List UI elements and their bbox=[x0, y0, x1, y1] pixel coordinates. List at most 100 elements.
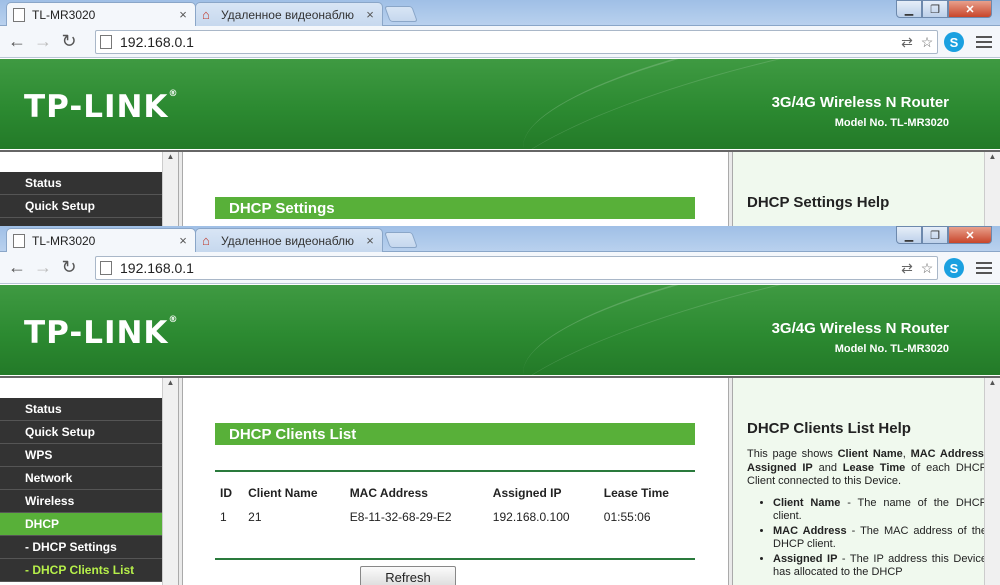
close-window-button[interactable]: ✕ bbox=[948, 0, 992, 18]
minimize-button[interactable]: ▁ bbox=[896, 226, 922, 244]
scroll-up-icon[interactable]: ▲ bbox=[985, 378, 1000, 392]
skype-icon[interactable]: S bbox=[944, 32, 964, 52]
minimize-button[interactable]: ▁ bbox=[896, 0, 922, 18]
router-body: Status Quick Setup WPS Network Wireless … bbox=[0, 376, 1000, 585]
skype-icon[interactable]: S bbox=[944, 258, 964, 278]
help-panel: DHCP Clients List Help This page shows C… bbox=[733, 378, 1000, 585]
home-favicon-icon: ⌂ bbox=[202, 6, 210, 22]
tab-strip: TL-MR3020 × ⌂ Удаленное видеонаблю × ▁ ❐… bbox=[0, 0, 1000, 26]
sidebar-item-wireless[interactable]: Wireless bbox=[0, 490, 162, 513]
help-panel: DHCP Settings Help ▲ bbox=[733, 152, 1000, 226]
scroll-up-icon[interactable]: ▲ bbox=[163, 378, 178, 392]
url-text[interactable]: 192.168.0.1 bbox=[120, 260, 897, 276]
help-intro: This page shows Client Name, MAC Address… bbox=[747, 448, 987, 487]
help-item: Assigned IP - The IP address this Device… bbox=[773, 553, 987, 580]
sidebar-item-status[interactable]: Status bbox=[0, 398, 162, 421]
tab-close-icon[interactable]: × bbox=[177, 7, 189, 22]
window-controls: ▁ ❐ ✕ bbox=[896, 0, 992, 18]
section-title: DHCP Settings bbox=[215, 197, 695, 219]
tp-link-logo: TP-LINK® bbox=[24, 315, 179, 351]
cell-mac-address: E8-11-32-68-29-E2 bbox=[349, 510, 452, 524]
back-arrow-icon[interactable]: ← bbox=[4, 255, 30, 281]
window-controls: ▁ ❐ ✕ bbox=[896, 226, 992, 244]
table-row: 1 21 E8-11-32-68-29-E2 192.168.0.100 01:… bbox=[215, 504, 695, 530]
translate-icon[interactable]: ⇄ bbox=[897, 32, 917, 52]
bookmark-star-icon[interactable]: ☆ bbox=[917, 32, 937, 52]
translate-icon[interactable]: ⇄ bbox=[897, 258, 917, 278]
menu-icon[interactable] bbox=[974, 258, 994, 278]
tab-title: TL-MR3020 bbox=[32, 233, 96, 248]
home-favicon-icon: ⌂ bbox=[202, 232, 210, 248]
refresh-button[interactable]: Refresh bbox=[360, 566, 456, 585]
col-assigned-ip: Assigned IP bbox=[492, 486, 562, 500]
browser-toolbar: ← → ↻ 192.168.0.1 ⇄ ☆ S bbox=[0, 252, 1000, 284]
tp-link-logo: TP-LINK® bbox=[24, 89, 179, 125]
tab-video[interactable]: ⌂ Удаленное видеонаблю × bbox=[195, 228, 383, 252]
frame-divider[interactable] bbox=[178, 378, 183, 585]
help-text: This page shows Client Name, MAC Address… bbox=[747, 448, 987, 581]
browser-window-back: TL-MR3020 × ⌂ Удаленное видеонаблю × ▁ ❐… bbox=[0, 0, 1000, 226]
help-list: Client Name - The name of the DHCP clien… bbox=[747, 497, 987, 580]
browser-window-front: TL-MR3020 × ⌂ Удаленное видеонаблю × ▁ ❐… bbox=[0, 226, 1000, 585]
page-icon bbox=[13, 233, 25, 248]
bookmark-star-icon[interactable]: ☆ bbox=[917, 258, 937, 278]
reload-icon[interactable]: ↻ bbox=[56, 255, 82, 281]
cell-lease-time: 01:55:06 bbox=[603, 510, 651, 524]
col-mac-address: MAC Address bbox=[349, 486, 428, 500]
scroll-up-icon[interactable]: ▲ bbox=[163, 152, 178, 166]
browser-toolbar: ← → ↻ 192.168.0.1 ⇄ ☆ S bbox=[0, 26, 1000, 58]
sidebar-item-wps[interactable] bbox=[0, 218, 162, 226]
close-window-button[interactable]: ✕ bbox=[948, 226, 992, 244]
page-icon bbox=[100, 35, 112, 49]
sidebar-item-dhcp-clients-list[interactable]: - DHCP Clients List bbox=[0, 559, 162, 582]
help-title: DHCP Clients List Help bbox=[747, 420, 911, 437]
url-text[interactable]: 192.168.0.1 bbox=[120, 34, 897, 50]
new-tab-button[interactable] bbox=[384, 6, 418, 22]
maximize-button[interactable]: ❐ bbox=[922, 0, 948, 18]
menu-icon[interactable] bbox=[974, 32, 994, 52]
tab-close-icon[interactable]: × bbox=[364, 233, 376, 248]
new-tab-button[interactable] bbox=[384, 232, 418, 248]
back-arrow-icon[interactable]: ← bbox=[4, 29, 30, 55]
sidebar-item-quick-setup[interactable]: Quick Setup bbox=[0, 421, 162, 444]
sidebar-item-network[interactable]: Network bbox=[0, 467, 162, 490]
sidebar-scrollbar[interactable]: ▲ bbox=[162, 152, 178, 226]
frame-divider[interactable] bbox=[178, 152, 183, 226]
col-client-name: Client Name bbox=[248, 486, 318, 500]
product-name: 3G/4G Wireless N Router bbox=[771, 320, 949, 337]
sidebar-item-quick-setup[interactable]: Quick Setup bbox=[0, 195, 162, 218]
divider-line bbox=[215, 558, 695, 560]
section-title: DHCP Clients List bbox=[215, 423, 695, 445]
reload-icon[interactable]: ↻ bbox=[56, 29, 82, 55]
sidebar-item-dhcp[interactable]: DHCP bbox=[0, 513, 162, 536]
sidebar-item-dhcp-settings[interactable]: - DHCP Settings bbox=[0, 536, 162, 559]
model-number: Model No. TL-MR3020 bbox=[834, 343, 949, 355]
divider-line bbox=[215, 470, 695, 472]
tab-strip: TL-MR3020 × ⌂ Удаленное видеонаблю × ▁ ❐… bbox=[0, 226, 1000, 252]
sidebar-menu: Status Quick Setup WPS Network Wireless … bbox=[0, 378, 178, 585]
header-banner: TP-LINK® 3G/4G Wireless N Router Model N… bbox=[0, 59, 1000, 149]
sidebar-item-wps[interactable]: WPS bbox=[0, 444, 162, 467]
forward-arrow-icon[interactable]: → bbox=[30, 255, 56, 281]
tab-router[interactable]: TL-MR3020 × bbox=[6, 228, 196, 252]
tab-router[interactable]: TL-MR3020 × bbox=[6, 2, 196, 26]
address-bar[interactable]: 192.168.0.1 ⇄ ☆ bbox=[95, 30, 938, 54]
page-icon bbox=[13, 7, 25, 22]
sidebar-menu: Status Quick Setup ▲ bbox=[0, 152, 178, 226]
sidebar-item-status[interactable]: Status bbox=[0, 172, 162, 195]
dhcp-clients-table: ID Client Name MAC Address Assigned IP L… bbox=[215, 482, 695, 530]
help-scrollbar[interactable]: ▲ bbox=[984, 378, 1000, 585]
model-number: Model No. TL-MR3020 bbox=[834, 117, 949, 129]
maximize-button[interactable]: ❐ bbox=[922, 226, 948, 244]
tab-close-icon[interactable]: × bbox=[364, 7, 376, 22]
help-item: Client Name - The name of the DHCP clien… bbox=[773, 497, 987, 524]
help-scrollbar[interactable]: ▲ bbox=[984, 152, 1000, 226]
sidebar-scrollbar[interactable]: ▲ bbox=[162, 378, 178, 585]
address-bar[interactable]: 192.168.0.1 ⇄ ☆ bbox=[95, 256, 938, 280]
forward-arrow-icon[interactable]: → bbox=[30, 29, 56, 55]
tab-close-icon[interactable]: × bbox=[177, 233, 189, 248]
tab-video[interactable]: ⌂ Удаленное видеонаблю × bbox=[195, 2, 383, 26]
table-header-row: ID Client Name MAC Address Assigned IP L… bbox=[215, 482, 695, 504]
col-id: ID bbox=[220, 486, 232, 500]
scroll-up-icon[interactable]: ▲ bbox=[985, 152, 1000, 166]
